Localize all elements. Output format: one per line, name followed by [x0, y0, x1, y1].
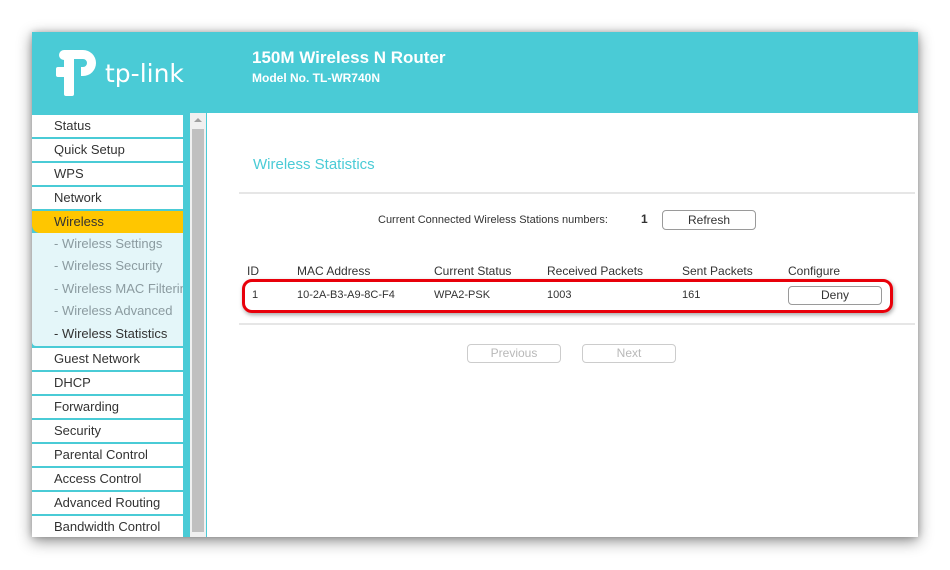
- router-admin-window: tp-link 150M Wireless N Router Model No.…: [32, 32, 918, 537]
- column-header-sent: Sent Packets: [682, 264, 753, 278]
- column-header-configure: Configure: [788, 264, 841, 278]
- sidebar-item-quick-setup[interactable]: Quick Setup: [32, 139, 183, 161]
- wireless-submenu: - Wireless Settings - Wireless Security …: [32, 233, 183, 346]
- sidebar-item-parental-control[interactable]: Parental Control: [32, 443, 183, 466]
- sidebar-item-guest-network[interactable]: Guest Network: [32, 347, 183, 370]
- highlight-annotation: [242, 279, 893, 313]
- divider: [239, 192, 915, 194]
- model-number: Model No. TL-WR740N: [252, 71, 380, 85]
- stations-count: 1: [641, 212, 648, 226]
- submenu-wireless-security[interactable]: - Wireless Security: [32, 255, 183, 277]
- page-title: Wireless Statistics: [253, 156, 375, 173]
- sidebar-scrollbar[interactable]: [190, 113, 206, 537]
- submenu-wireless-settings[interactable]: - Wireless Settings: [32, 233, 183, 255]
- body-area: Status Quick Setup WPS Network Wireless …: [32, 113, 918, 537]
- submenu-wireless-mac-filtering[interactable]: - Wireless MAC Filtering: [32, 278, 183, 300]
- column-header-id: ID: [247, 264, 259, 278]
- column-header-status: Current Status: [434, 264, 512, 278]
- sidebar-nav: Status Quick Setup WPS Network Wireless …: [32, 113, 183, 537]
- refresh-button[interactable]: Refresh: [662, 210, 756, 230]
- submenu-wireless-advanced[interactable]: - Wireless Advanced: [32, 300, 183, 322]
- sidebar-item-bandwidth-control[interactable]: Bandwidth Control: [32, 515, 183, 537]
- scrollbar-thumb[interactable]: [192, 129, 204, 532]
- column-header-received: Received Packets: [547, 264, 644, 278]
- sidebar-item-wireless[interactable]: Wireless: [32, 211, 183, 233]
- column-header-mac: MAC Address: [297, 264, 371, 278]
- router-title: 150M Wireless N Router: [252, 48, 446, 67]
- sidebar-item-status[interactable]: Status: [32, 115, 183, 137]
- main-content: Wireless Statistics Current Connected Wi…: [207, 113, 918, 537]
- sidebar-item-forwarding[interactable]: Forwarding: [32, 395, 183, 418]
- submenu-wireless-statistics[interactable]: - Wireless Statistics: [32, 323, 183, 345]
- divider: [239, 323, 915, 325]
- sidebar-item-advanced-routing[interactable]: Advanced Routing: [32, 491, 183, 514]
- sidebar-item-dhcp[interactable]: DHCP: [32, 371, 183, 394]
- scroll-up-arrow-icon[interactable]: [190, 113, 206, 127]
- tp-link-logo: tp-link: [55, 47, 185, 97]
- tp-link-logo-icon: [56, 50, 96, 96]
- sidebar-item-network[interactable]: Network: [32, 187, 183, 209]
- sidebar-item-security[interactable]: Security: [32, 419, 183, 442]
- sidebar-item-access-control[interactable]: Access Control: [32, 467, 183, 490]
- next-button[interactable]: Next: [582, 344, 676, 363]
- header-banner: tp-link 150M Wireless N Router Model No.…: [32, 32, 918, 113]
- sidebar-item-wps[interactable]: WPS: [32, 163, 183, 185]
- previous-button[interactable]: Previous: [467, 344, 561, 363]
- brand-name: tp-link: [105, 59, 184, 88]
- stations-label: Current Connected Wireless Stations numb…: [378, 214, 608, 226]
